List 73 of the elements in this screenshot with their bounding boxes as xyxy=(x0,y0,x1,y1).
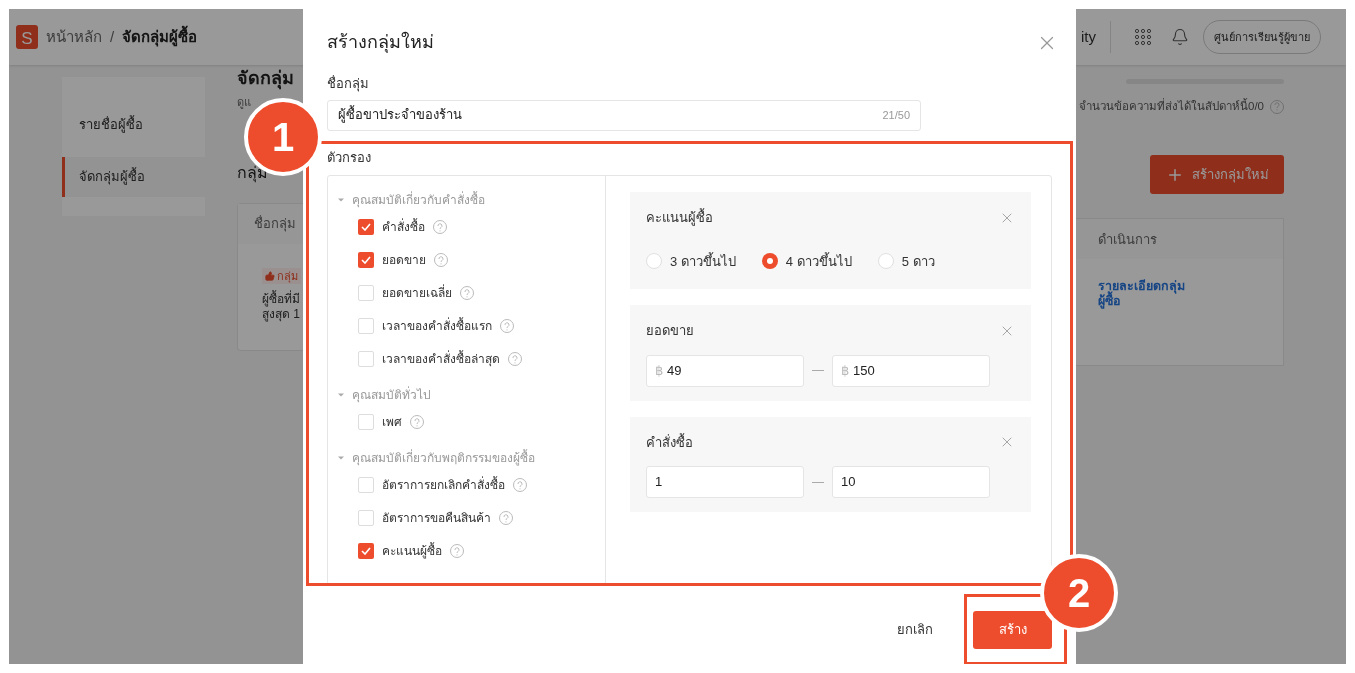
radio-label: 3 ดาวขึ้นไป xyxy=(670,251,736,271)
radio-button[interactable] xyxy=(646,253,662,270)
page-subtitle: ดูแ xyxy=(237,95,251,111)
range-input[interactable]: 1 xyxy=(646,466,804,498)
group-name-field[interactable]: ผู้ซื้อขาประจำของร้าน 21/50 xyxy=(327,99,921,131)
checkbox[interactable] xyxy=(358,477,374,493)
breadcrumb-current: จัดกลุ่มผู้ซื้อ xyxy=(122,25,198,49)
caret-icon[interactable] xyxy=(338,392,344,398)
column-header: ดำเนินการ xyxy=(1098,230,1157,249)
caret-icon[interactable] xyxy=(338,197,344,203)
notification-bell-icon[interactable] xyxy=(1171,28,1189,46)
thumbs-up-icon xyxy=(265,270,275,281)
character-count: 21/50 xyxy=(882,107,910,123)
checkbox[interactable] xyxy=(358,543,374,559)
filter-group-label[interactable]: คุณสมบัติเกี่ยวกับคำสั่งซื้อ xyxy=(352,191,485,209)
step-number-badge: 2 xyxy=(1040,554,1118,632)
radio-label: 4 ดาวขึ้นไป xyxy=(785,251,852,271)
field-label: ตัวกรอง xyxy=(327,148,372,167)
learning-center-button[interactable]: ศูนย์การเรียนรู้ผู้ขาย xyxy=(1203,20,1321,54)
filter-option-label: เวลาของคำสั่งซื้อล่าสุด xyxy=(382,350,500,368)
range-input[interactable]: 10 xyxy=(832,466,990,498)
sidebar-item[interactable]: รายชื่อผู้ซื้อ xyxy=(62,105,205,145)
group-description: สูงสุด 1 xyxy=(262,307,300,322)
filter-option-label: อัตราการขอคืนสินค้า xyxy=(382,510,491,527)
currency-prefix: ฿ xyxy=(655,361,663,380)
filter-option-label: ยอดขาย xyxy=(382,252,426,269)
filter-option-label: อัตราการยกเลิกคำสั่งซื้อ xyxy=(382,476,505,494)
create-button[interactable]: สร้าง xyxy=(973,611,1052,649)
groups-heading: กลุ่ม xyxy=(237,162,268,185)
caret-icon[interactable] xyxy=(338,455,344,461)
filter-option-label: ยอดขายเฉลี่ย xyxy=(382,284,452,302)
checkbox[interactable] xyxy=(358,252,374,268)
apps-grid-icon[interactable] xyxy=(1135,29,1151,45)
range-input[interactable]: ฿ 150 xyxy=(832,354,990,387)
range-dash xyxy=(812,370,824,371)
group-tag: กลุ่ม xyxy=(262,267,301,284)
checkbox[interactable] xyxy=(358,351,374,367)
group-detail-link[interactable]: รายละเอียดกลุ่มผู้ซื้อ xyxy=(1098,279,1188,310)
filter-group-label[interactable]: คุณสมบัติเกี่ยวกับพฤติกรรมของผู้ซื้อ xyxy=(352,449,535,467)
filter-option-label: คะแนนผู้ซื้อ xyxy=(382,542,442,560)
range-input[interactable]: ฿ 49 xyxy=(646,354,804,387)
cancel-button[interactable]: ยกเลิก xyxy=(897,620,933,640)
filter-option-label: เวลาของคำสั่งซื้อแรก xyxy=(382,317,492,335)
filter-option-label: เพศ xyxy=(382,414,402,431)
radio-button[interactable] xyxy=(877,253,894,270)
check-icon xyxy=(361,256,371,264)
check-icon xyxy=(361,223,371,231)
criterion-title: คำสั่งซื้อ xyxy=(646,432,693,452)
radio-label: 5 ดาว xyxy=(901,252,935,271)
column-header: ชื่อกลุ่ม xyxy=(254,214,296,234)
checkbox[interactable] xyxy=(358,285,374,301)
page-title: จัดกลุ่ม xyxy=(237,67,294,92)
check-icon xyxy=(361,547,371,555)
checkbox[interactable] xyxy=(358,510,374,526)
dialog-title: สร้างกลุ่มใหม่ xyxy=(327,30,434,55)
nav-link[interactable]: ity xyxy=(1081,25,1096,49)
field-label: ชื่อกลุ่ม xyxy=(327,74,370,94)
radio-button[interactable] xyxy=(761,253,778,270)
checkbox[interactable] xyxy=(358,318,374,334)
sidebar-item[interactable]: จัดกลุ่มผู้ซื้อ xyxy=(62,157,205,197)
checkbox[interactable] xyxy=(358,219,374,235)
group-description: ผู้ซื้อที่มี xyxy=(262,292,300,307)
breadcrumb-link[interactable]: หน้าหลัก xyxy=(46,25,102,49)
breadcrumb-separator: / xyxy=(110,26,115,47)
checkbox[interactable] xyxy=(358,414,374,430)
filter-group-label[interactable]: คุณสมบัติทั่วไป xyxy=(352,386,431,404)
create-group-button[interactable]: สร้างกลุ่มใหม่ xyxy=(1150,155,1284,195)
criterion-title: คะแนนผู้ซื้อ xyxy=(646,208,713,228)
range-dash xyxy=(812,481,824,483)
currency-prefix: ฿ xyxy=(841,361,849,380)
criterion-title: ยอดขาย xyxy=(646,322,694,340)
message-quota: จำนวนข้อความที่ส่งได้ในสัปดาห์นี้0/0 xyxy=(1079,98,1264,114)
filter-option-label: คำสั่งซื้อ xyxy=(382,218,425,236)
